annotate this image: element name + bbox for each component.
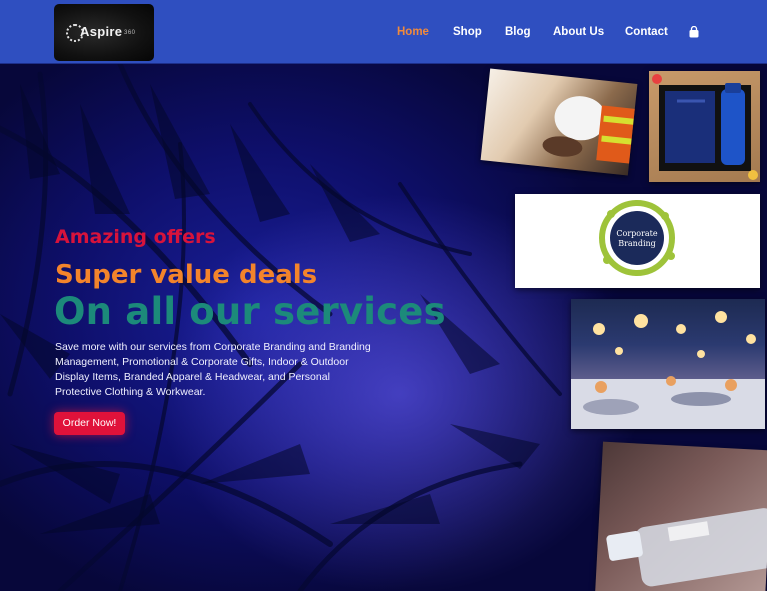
main-nav: Home Shop Blog About Us Contact [0, 0, 767, 64]
gift-set-photo [649, 71, 760, 182]
worker-helmet-photo [480, 68, 638, 176]
branding-line-1: Corporate [616, 229, 658, 238]
hero-tagline-super: Super value deals [55, 260, 318, 290]
page: Aspire 360 Home Shop Blog About Us Conta… [0, 0, 767, 591]
water-bottle-photo [595, 441, 767, 591]
corporate-branding-graphic: Corporate Branding [515, 194, 760, 288]
nav-home[interactable]: Home [397, 26, 429, 38]
hero-tagline-amazing: Amazing offers [55, 226, 216, 248]
hero-headline: On all our services [54, 290, 446, 333]
shopping-bag-icon[interactable] [688, 26, 700, 38]
nav-contact[interactable]: Contact [625, 26, 668, 38]
order-now-button[interactable]: Order Now! [54, 412, 125, 435]
nav-blog[interactable]: Blog [505, 26, 531, 38]
site-header: Aspire 360 Home Shop Blog About Us Conta… [0, 0, 767, 64]
branding-line-2: Branding [618, 239, 656, 248]
nav-shop[interactable]: Shop [453, 26, 482, 38]
hero-section: Amazing offers Super value deals On all … [0, 64, 767, 591]
nav-about-us[interactable]: About Us [553, 26, 604, 38]
outdoor-event-photo [571, 299, 765, 429]
hero-description: Save more with our services from Corpora… [55, 341, 371, 398]
